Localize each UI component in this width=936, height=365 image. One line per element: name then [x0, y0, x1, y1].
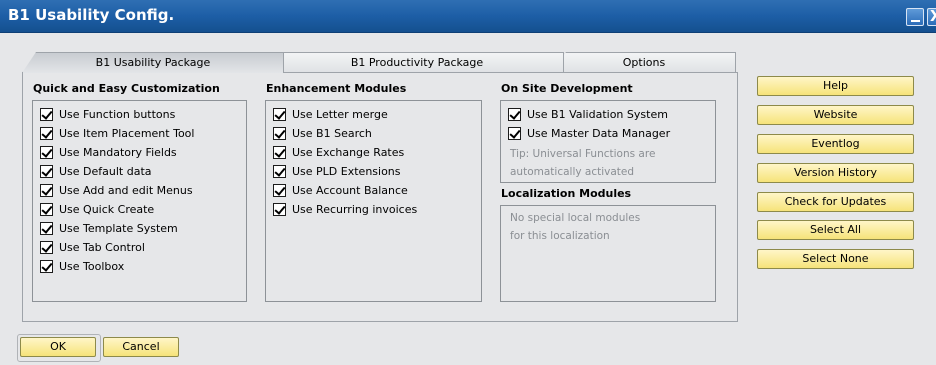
tab-label: Options — [622, 56, 666, 69]
checkbox-icon[interactable] — [40, 184, 53, 197]
localization-line2: for this localization — [510, 230, 610, 242]
checkbox-label: Use B1 Search — [292, 127, 372, 140]
checkbox-icon[interactable] — [40, 260, 53, 273]
eventlog-button-label: Eventlog — [811, 137, 860, 150]
website-button-label: Website — [813, 108, 858, 121]
checkbox-letter-merge[interactable]: Use Letter merge — [273, 107, 388, 123]
close-icon[interactable]: X — [927, 7, 936, 26]
checkbox-label: Use Quick Create — [59, 203, 155, 216]
cancel-button[interactable]: Cancel — [103, 337, 179, 357]
section-title-localization: Localization Modules — [501, 187, 632, 200]
select-all-button-label: Select All — [809, 223, 862, 236]
check-for-updates-button-label: Check for Updates — [784, 195, 887, 208]
checkbox-icon[interactable] — [273, 127, 286, 140]
checkbox-template-system[interactable]: Use Template System — [40, 221, 178, 237]
select-all-button[interactable]: Select All — [757, 220, 914, 240]
checkbox-default-data[interactable]: Use Default data — [40, 164, 152, 180]
checkbox-item-placement-tool[interactable]: Use Item Placement Tool — [40, 126, 194, 142]
section-title-enhancement: Enhancement Modules — [266, 82, 407, 95]
ok-button[interactable]: OK — [17, 334, 101, 362]
version-history-button[interactable]: Version History — [757, 163, 914, 183]
section-title-onsite: On Site Development — [501, 82, 633, 95]
enhancement-group: Use Letter merge Use B1 Search Use Excha… — [265, 100, 482, 302]
checkbox-icon[interactable] — [40, 222, 53, 235]
checkbox-icon[interactable] — [273, 146, 286, 159]
checkbox-label: Use Function buttons — [59, 108, 176, 121]
tab-label: B1 Productivity Package — [350, 56, 484, 69]
section-title-quick: Quick and Easy Customization — [33, 82, 220, 95]
ok-button-label: OK — [50, 340, 66, 353]
checkbox-pld-extensions[interactable]: Use PLD Extensions — [273, 164, 401, 180]
tab-options[interactable]: Options — [552, 52, 736, 73]
checkbox-quick-create[interactable]: Use Quick Create — [40, 202, 154, 218]
tab-label: B1 Usability Package — [95, 56, 211, 69]
onsite-tip-line1: Tip: Universal Functions are — [510, 148, 656, 160]
checkbox-b1-search[interactable]: Use B1 Search — [273, 126, 372, 142]
onsite-group: Use B1 Validation System Use Master Data… — [500, 100, 716, 183]
checkbox-recurring-invoices[interactable]: Use Recurring invoices — [273, 202, 417, 218]
check-for-updates-button[interactable]: Check for Updates — [757, 192, 914, 212]
checkbox-icon[interactable] — [40, 108, 53, 121]
checkbox-function-buttons[interactable]: Use Function buttons — [40, 107, 175, 123]
checkbox-master-data-manager[interactable]: Use Master Data Manager — [508, 126, 670, 142]
checkbox-icon[interactable] — [40, 165, 53, 178]
checkbox-icon[interactable] — [508, 127, 521, 140]
checkbox-label: Use Template System — [59, 222, 178, 235]
minimize-icon[interactable] — [906, 8, 924, 26]
eventlog-button[interactable]: Eventlog — [757, 134, 914, 154]
checkbox-account-balance[interactable]: Use Account Balance — [273, 183, 408, 199]
checkbox-label: Use Toolbox — [59, 260, 125, 273]
select-none-button-label: Select None — [802, 252, 869, 265]
checkbox-icon[interactable] — [40, 203, 53, 216]
checkbox-icon[interactable] — [273, 203, 286, 216]
checkbox-add-edit-menus[interactable]: Use Add and edit Menus — [40, 183, 193, 199]
checkbox-icon[interactable] — [508, 108, 521, 121]
checkbox-label: Use Default data — [59, 165, 152, 178]
checkbox-label: Use Letter merge — [292, 108, 388, 121]
tab-b1-productivity-package[interactable]: B1 Productivity Package — [270, 52, 564, 73]
checkbox-label: Use Master Data Manager — [527, 127, 671, 140]
checkbox-label: Use Recurring invoices — [292, 203, 418, 216]
checkbox-label: Use Item Placement Tool — [59, 127, 195, 140]
localization-group: No special local modules for this locali… — [500, 205, 716, 302]
checkbox-exchange-rates[interactable]: Use Exchange Rates — [273, 145, 404, 161]
checkbox-icon[interactable] — [40, 241, 53, 254]
help-button[interactable]: Help — [757, 76, 914, 96]
help-button-label: Help — [822, 79, 849, 92]
quick-group: Use Function buttons Use Item Placement … — [32, 100, 247, 302]
checkbox-label: Use Mandatory Fields — [59, 146, 177, 159]
onsite-tip-line2: automatically activated — [510, 166, 635, 178]
checkbox-tab-control[interactable]: Use Tab Control — [40, 240, 145, 256]
checkbox-label: Use Exchange Rates — [292, 146, 405, 159]
tab-b1-usability-package[interactable]: B1 Usability Package — [22, 52, 284, 73]
window-title: B1 Usability Config. — [8, 6, 175, 24]
version-history-button-label: Version History — [793, 166, 878, 179]
checkbox-label: Use Tab Control — [59, 241, 145, 254]
checkbox-mandatory-fields[interactable]: Use Mandatory Fields — [40, 145, 177, 161]
checkbox-icon[interactable] — [273, 108, 286, 121]
checkbox-icon[interactable] — [273, 184, 286, 197]
checkbox-icon[interactable] — [40, 127, 53, 140]
website-button[interactable]: Website — [757, 105, 914, 125]
checkbox-label: Use Account Balance — [292, 184, 408, 197]
checkbox-toolbox[interactable]: Use Toolbox — [40, 259, 124, 275]
select-none-button[interactable]: Select None — [757, 249, 914, 269]
checkbox-b1-validation-system[interactable]: Use B1 Validation System — [508, 107, 668, 123]
checkbox-label: Use Add and edit Menus — [59, 184, 193, 197]
checkbox-icon[interactable] — [40, 146, 53, 159]
checkbox-label: Use PLD Extensions — [292, 165, 401, 178]
title-bar[interactable]: B1 Usability Config. X — [0, 0, 936, 33]
localization-line1: No special local modules — [510, 212, 641, 224]
checkbox-icon[interactable] — [273, 165, 286, 178]
cancel-button-label: Cancel — [122, 340, 160, 353]
checkbox-label: Use B1 Validation System — [527, 108, 668, 121]
tab-panel: Quick and Easy Customization Use Functio… — [22, 72, 738, 322]
close-glyph: X — [930, 7, 936, 25]
